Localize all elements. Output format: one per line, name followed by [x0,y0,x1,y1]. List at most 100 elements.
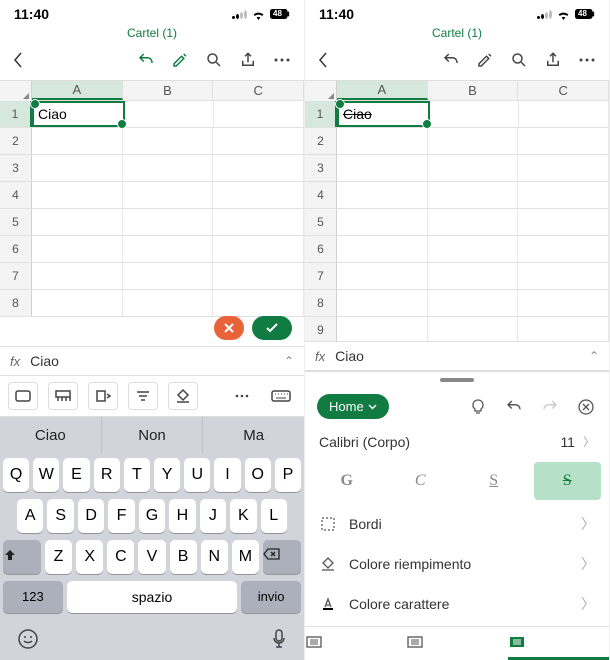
key[interactable]: P [275,458,301,492]
cell[interactable] [32,128,123,154]
document-title[interactable]: Cartel (1) [0,22,304,42]
key[interactable]: C [107,540,134,574]
key[interactable]: Z [45,540,72,574]
key[interactable]: K [230,499,256,533]
row-header[interactable]: 4 [0,182,32,208]
redo-icon[interactable] [539,396,561,418]
key[interactable]: B [170,540,197,574]
mic-key[interactable] [271,628,287,650]
key[interactable]: X [76,540,103,574]
bold-button[interactable]: G [313,462,381,500]
cell[interactable] [123,290,214,316]
row-header[interactable]: 8 [0,290,32,316]
option-button[interactable] [48,382,78,410]
shift-key[interactable] [3,540,41,574]
home-tab-button[interactable]: Home [317,394,389,419]
row-header[interactable]: 4 [305,182,337,208]
formula-bar[interactable]: fx Ciao ⌃ [0,346,304,376]
row-header[interactable]: 5 [305,209,337,235]
row-header[interactable]: 3 [0,155,32,181]
cell[interactable] [518,317,609,341]
row-header[interactable]: 6 [305,236,337,262]
key[interactable]: S [47,499,73,533]
suggestion[interactable]: Ma [203,417,304,454]
option-button[interactable] [88,382,118,410]
row-header[interactable]: 6 [0,236,32,262]
panel-drag-handle[interactable] [440,378,474,382]
key[interactable]: G [139,499,165,533]
column-header-c[interactable]: C [213,81,304,100]
more-options-button[interactable] [228,382,256,410]
cell[interactable] [518,155,609,181]
cell[interactable] [428,317,519,341]
close-panel-icon[interactable] [575,396,597,418]
fx-value[interactable]: Ciao [30,353,284,369]
cell[interactable] [213,209,304,235]
row-header[interactable]: 7 [305,263,337,289]
row-header[interactable]: 7 [0,263,32,289]
cell[interactable] [214,101,304,127]
font-selector[interactable]: Calibri (Corpo) 11 〉 [305,425,609,458]
key[interactable]: U [184,458,210,492]
row-header[interactable]: 1 [0,101,32,127]
cell[interactable] [337,209,428,235]
key[interactable]: Q [3,458,29,492]
cell[interactable] [518,128,609,154]
cell[interactable] [337,182,428,208]
cell[interactable] [518,263,609,289]
underline-button[interactable]: S [460,462,528,500]
cell[interactable] [428,128,519,154]
strikethrough-button[interactable]: S [534,462,602,500]
cell[interactable] [123,209,214,235]
column-header-a[interactable]: A [32,81,123,100]
enter-key[interactable]: invio [241,581,301,613]
keyboard-toggle-button[interactable] [266,382,296,410]
key[interactable]: N [201,540,228,574]
row-header[interactable]: 2 [305,128,337,154]
row-header[interactable]: 1 [305,101,337,127]
cell[interactable] [518,182,609,208]
cell[interactable] [123,236,214,262]
cell[interactable] [337,290,428,316]
search-button[interactable] [505,46,533,74]
cell[interactable] [213,236,304,262]
fill-color-button[interactable] [168,382,198,410]
key[interactable]: M [232,540,259,574]
fill-color-menu[interactable]: Colore riempimento 〉 [305,544,609,584]
cell[interactable] [337,128,428,154]
key[interactable]: Y [154,458,180,492]
cell-a1[interactable]: Ciao [337,101,430,127]
key[interactable]: A [17,499,43,533]
row-header[interactable]: 8 [305,290,337,316]
cell[interactable] [518,290,609,316]
share-button[interactable] [539,46,567,74]
undo-icon[interactable] [503,396,525,418]
filter-button[interactable] [128,382,158,410]
cell-a1[interactable]: Ciao [32,101,125,127]
formula-expand-icon[interactable]: ⌃ [589,349,599,363]
cell[interactable] [32,155,123,181]
cell[interactable] [428,263,519,289]
undo-button[interactable] [437,46,465,74]
emoji-key[interactable] [17,628,39,650]
formula-bar[interactable]: fx Ciao ⌃ [305,341,609,371]
formula-expand-icon[interactable]: ⌃ [284,354,294,368]
key[interactable]: O [245,458,271,492]
numbers-key[interactable]: 123 [3,581,63,613]
key[interactable]: L [261,499,287,533]
backspace-key[interactable] [263,540,301,574]
key[interactable]: I [214,458,240,492]
idea-icon[interactable] [467,396,489,418]
back-button[interactable] [8,51,28,69]
cell[interactable] [337,317,428,341]
borders-menu[interactable]: Bordi 〉 [305,504,609,544]
cell[interactable] [213,128,304,154]
cell[interactable] [428,182,519,208]
key[interactable]: F [108,499,134,533]
cell[interactable] [213,155,304,181]
column-header-b[interactable]: B [123,81,214,100]
share-button[interactable] [234,46,262,74]
cell[interactable] [428,209,519,235]
italic-button[interactable]: C [387,462,455,500]
key[interactable]: V [138,540,165,574]
